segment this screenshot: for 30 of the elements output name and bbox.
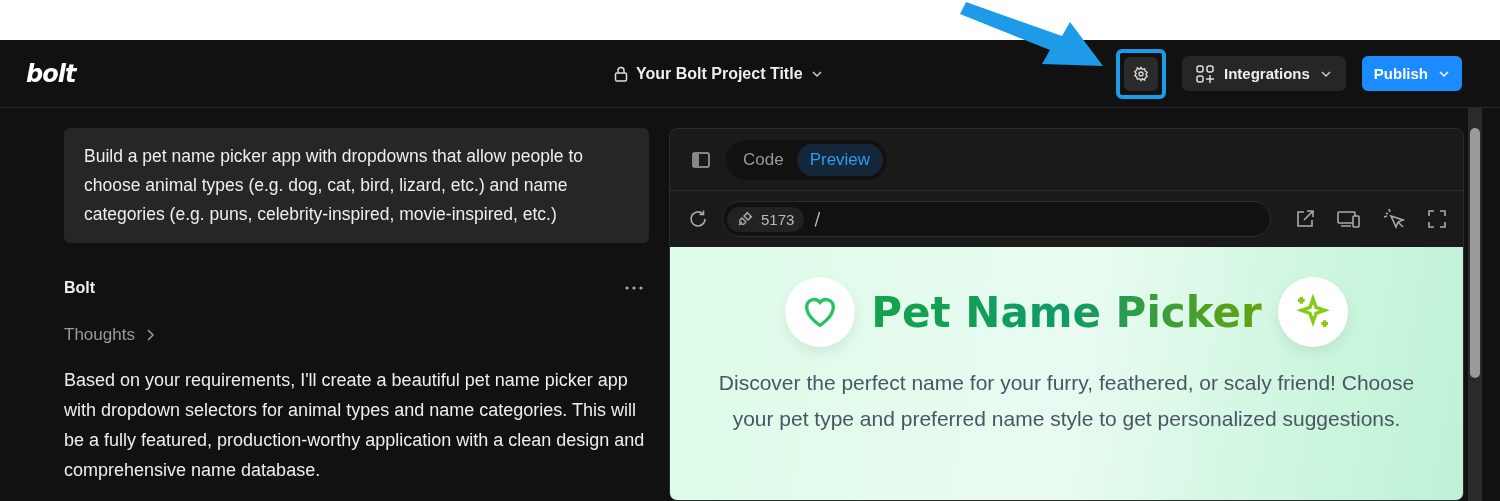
logo[interactable]: bolt [26, 59, 586, 88]
external-link-icon[interactable] [1295, 209, 1315, 229]
response-text: Based on your requirements, I'll create a beautiful pet name picker app with dropdown selectors for animal types and name categories. This will be a fully featured, production-worthy application with a clean design and comprehensive name database. [64, 369, 646, 482]
lock-icon [614, 65, 628, 82]
view-tab[interactable]: Code [730, 143, 797, 176]
assistant-name: Bolt [64, 279, 96, 297]
user-message: Build a pet name picker app with dropdowns that allow people to choose animal types (e.g. dog, cat, bird, lizard, etc.) and name categories (e.g. puns, celebrity-inspired, movie-inspired, etc.) [64, 128, 649, 243]
url-path: / [814, 209, 821, 229]
pointer-select-icon[interactable] [1383, 208, 1405, 230]
port-badge[interactable]: 5173 [727, 206, 805, 232]
more-icon[interactable] [625, 286, 643, 290]
chevron-down-icon [1319, 69, 1332, 78]
project-title-button[interactable]: Your Bolt Project Title [614, 64, 823, 83]
reload-icon[interactable] [688, 209, 708, 229]
thoughts-toggle[interactable]: Thoughts [64, 325, 155, 345]
plug-icon [737, 211, 753, 227]
view-tab[interactable]: Preview [796, 143, 884, 176]
address-bar[interactable]: 5173 / [722, 201, 1271, 237]
chevron-icon [144, 329, 155, 341]
settings-icon [1133, 65, 1149, 82]
preview-description: Discover the perfect name for your furry, feathered, or scaly friend! Choose your pet type and preferred name style to get personalized suggestions. [717, 370, 1416, 432]
fullscreen-icon[interactable] [1427, 209, 1447, 229]
settings-button[interactable] [1124, 56, 1158, 91]
integrations-button[interactable]: Integrations [1182, 56, 1346, 91]
devices-icon[interactable] [1337, 209, 1361, 229]
sidebar-toggle-icon[interactable] [692, 151, 710, 168]
chevron-down-icon [1438, 69, 1450, 78]
scrollbar[interactable] [1468, 108, 1482, 501]
chevron-down-icon [810, 69, 823, 78]
grid-plus-icon [1196, 64, 1214, 83]
